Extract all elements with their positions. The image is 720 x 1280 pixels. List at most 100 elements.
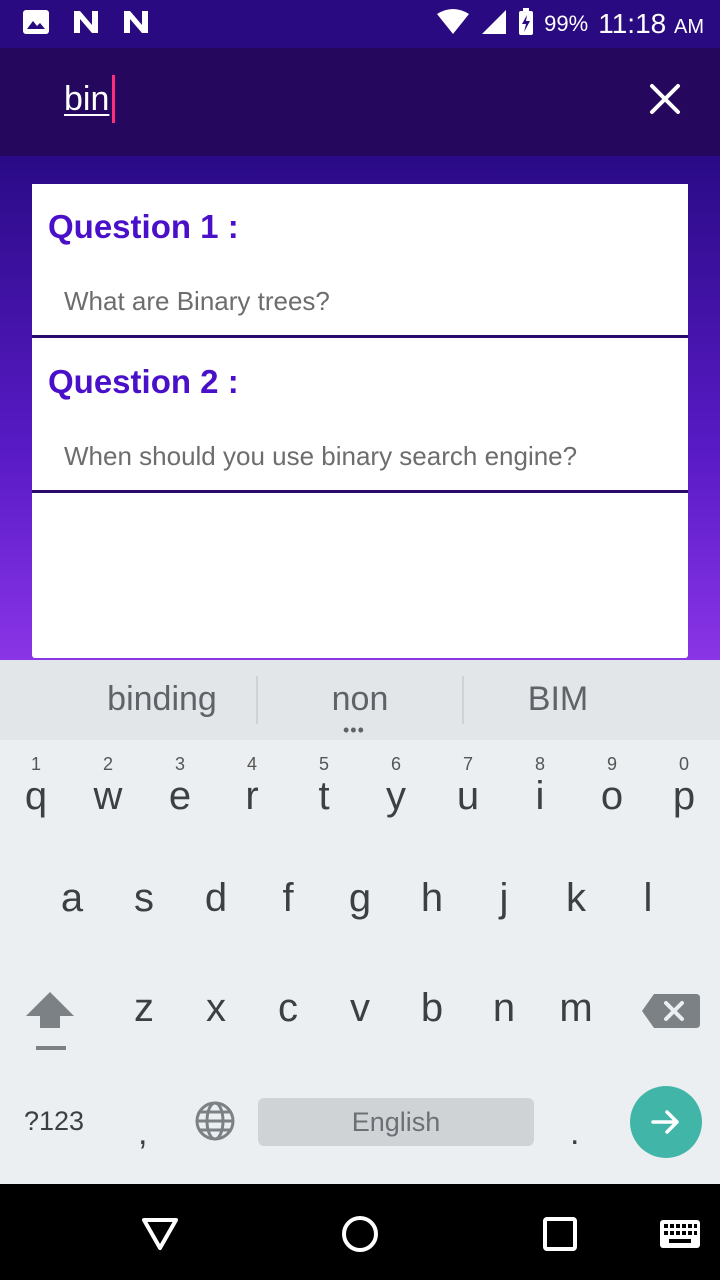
key-hint: 5 [318,754,329,774]
wifi-icon [436,8,470,41]
key-d[interactable]: d [180,856,252,956]
enter-key[interactable] [630,1086,702,1158]
key-char: f [282,876,294,920]
arrow-right-icon [651,1110,679,1134]
key-c[interactable]: c [252,978,324,1078]
key-char: p [672,774,696,818]
key-f[interactable]: f [252,856,324,956]
key-e[interactable]: 3e [144,744,216,844]
question-card[interactable]: Question 1 : What are Binary trees? [32,184,688,338]
key-hint: 2 [102,754,113,774]
key-n[interactable]: n [468,978,540,1078]
key-a[interactable]: a [36,856,108,956]
key-hint: 9 [606,754,617,774]
suggestion-bar: binding non ••• BIM [0,660,720,740]
key-m[interactable]: m [540,978,612,1078]
n-icon [122,9,150,40]
symbols-key[interactable]: ?123 [24,1106,84,1137]
key-char: b [420,986,444,1030]
search-input[interactable]: bin [64,80,109,119]
backspace-key[interactable] [632,978,704,1078]
key-hint: 8 [534,754,545,774]
suggestion-divider [462,676,464,724]
clock-time: 11:18 [598,8,667,39]
home-button[interactable] [336,1210,384,1258]
close-button[interactable] [640,74,690,124]
battery-percent: 99% [544,11,589,36]
key-x[interactable]: x [180,978,252,1078]
close-icon [650,84,680,114]
key-char: m [559,986,593,1030]
key-h[interactable]: h [396,856,468,956]
key-hint: 4 [246,754,257,774]
notification-icons [22,9,150,40]
recents-button[interactable] [536,1210,584,1258]
key-q[interactable]: 1q [0,744,72,844]
key-j[interactable]: j [468,856,540,956]
key-char: x [206,986,226,1030]
key-b[interactable]: b [396,978,468,1078]
keyboard-icon [660,1220,700,1248]
key-hint: 0 [678,754,689,774]
key-hint: 1 [30,754,41,774]
back-button[interactable] [136,1210,184,1258]
keyboard-switch-button[interactable] [656,1210,704,1258]
key-g[interactable]: g [324,856,396,956]
question-title: Question 2 : [48,363,239,400]
key-z[interactable]: z [108,978,180,1078]
key-char: g [348,876,372,920]
key-char: d [204,876,228,920]
key-hint: 7 [462,754,473,774]
n-icon [72,9,100,40]
key-u[interactable]: 7u [432,744,504,844]
key-char: e [168,774,192,818]
key-o[interactable]: 9o [576,744,648,844]
key-char: n [492,986,516,1030]
space-bar[interactable]: English [258,1098,534,1146]
shift-key[interactable] [14,978,86,1078]
image-icon [22,9,50,40]
key-l[interactable]: l [612,856,684,956]
status-bar: 99% 11:18 AM [0,0,720,48]
key-char: s [134,876,154,920]
clock: 11:18 AM [598,8,704,40]
more-suggestions-icon[interactable]: ••• [343,721,365,739]
suggestion-bim[interactable]: BIM [468,680,648,719]
key-i[interactable]: 8i [504,744,576,844]
period-key[interactable]: . [570,1114,579,1153]
key-char: r [245,774,259,818]
key-w[interactable]: 2w [72,744,144,844]
key-v[interactable]: v [324,978,396,1078]
text-cursor [112,75,115,123]
backspace-icon [642,994,700,1028]
suggestion-non[interactable]: non [270,680,450,719]
key-char: l [643,876,653,920]
key-k[interactable]: k [540,856,612,956]
key-char: c [278,986,298,1030]
suggestion-binding[interactable]: binding [72,680,252,719]
key-char: y [386,774,406,818]
key-char: a [60,876,84,920]
key-char: v [350,986,370,1030]
globe-key[interactable] [194,1100,236,1147]
key-hint: 6 [390,754,401,774]
comma-key[interactable]: , [138,1114,147,1153]
key-char: j [499,876,509,920]
question-title: Question 1 : [48,208,239,245]
key-char: o [600,774,624,818]
key-t[interactable]: 5t [288,744,360,844]
key-char: z [134,986,154,1030]
search-app-bar: bin [0,48,720,156]
shift-icon [26,992,74,1050]
key-p[interactable]: 0p [648,744,720,844]
key-hint: 3 [174,754,185,774]
navigation-bar [0,1184,720,1280]
key-r[interactable]: 4r [216,744,288,844]
key-s[interactable]: s [108,856,180,956]
question-text: When should you use binary search engine… [64,441,578,471]
system-status: 99% 11:18 AM [436,7,704,41]
key-char: k [566,876,586,920]
question-card[interactable]: Question 2 : When should you use binary … [32,339,688,493]
key-y[interactable]: 6y [360,744,432,844]
soft-keyboard: binding non ••• BIM 1q 2w 3e 4r 5t 6y 7u… [0,660,720,1184]
